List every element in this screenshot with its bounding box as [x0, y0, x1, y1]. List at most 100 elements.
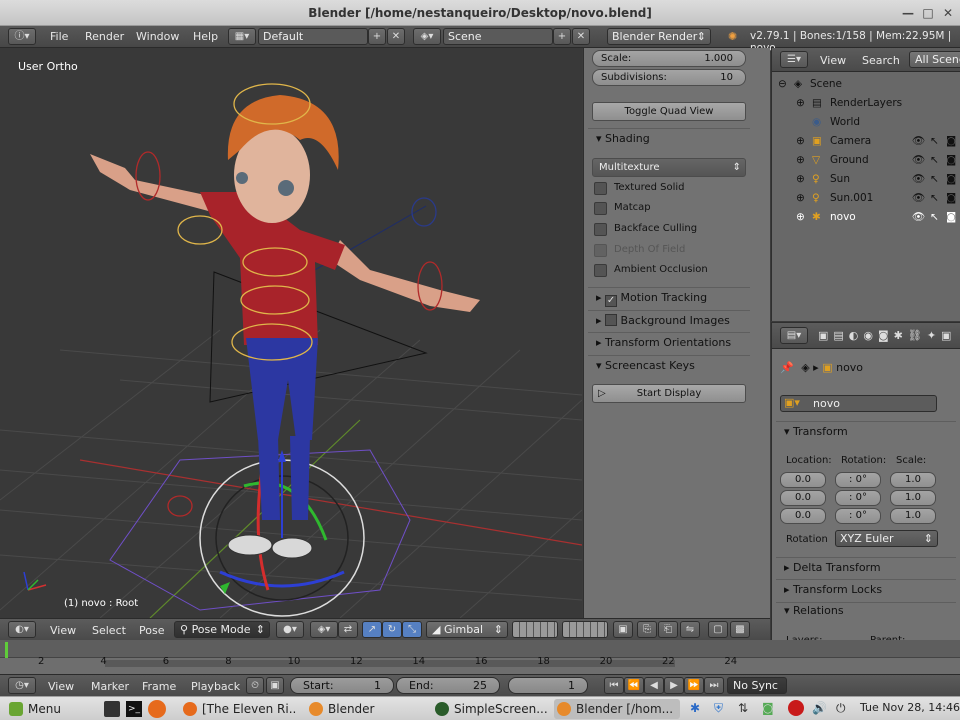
outliner-item-sun001[interactable]: ⊕ ♀ Sun.001 👁 ↖ ◙	[772, 189, 960, 208]
viewport-view-menu[interactable]: View	[50, 624, 76, 637]
outliner-filter-dropdown[interactable]: All Scenes	[909, 51, 960, 68]
play-reverse-icon[interactable]: ◀	[644, 677, 664, 694]
location-y-field[interactable]: 0.0	[780, 490, 826, 506]
ambient-occlusion-checkbox[interactable]: Ambient Occlusion	[594, 263, 708, 279]
add-layout-icon[interactable]: +	[368, 28, 386, 45]
viewport-editor-type-icon[interactable]: ◐▾	[8, 621, 36, 638]
background-images-header[interactable]: ▸ Background Images	[588, 310, 750, 330]
location-x-field[interactable]: 0.0	[780, 472, 826, 488]
shading-panel-header[interactable]: ▾ Shading	[588, 128, 750, 148]
opengl-anim-icon[interactable]: ▩	[730, 621, 750, 638]
scale-x-field[interactable]: 1.0	[890, 472, 936, 488]
timeline-view-menu[interactable]: View	[48, 680, 74, 693]
pivot-point-icon[interactable]: ◈▾	[310, 621, 338, 638]
rotation-y-field[interactable]: : 0°	[835, 490, 881, 506]
transform-panel-header[interactable]: ▾ Transform	[776, 421, 956, 441]
visibility-eye-icon[interactable]: 👁	[912, 151, 925, 170]
rotation-z-field[interactable]: : 0°	[835, 508, 881, 524]
select-arrow-icon[interactable]: ↖	[930, 189, 939, 208]
shield-icon[interactable]: ⛨	[714, 701, 723, 716]
jump-keyframe-back-icon[interactable]: ⏪	[624, 677, 644, 694]
transform-orientations-header[interactable]: ▸ Transform Orientations	[588, 332, 750, 352]
task-eleven-rings[interactable]: [The Eleven Ri...	[180, 699, 296, 719]
layer-buttons-2[interactable]	[562, 621, 608, 638]
delta-transform-header[interactable]: ▸ Delta Transform	[776, 557, 956, 577]
task-blender[interactable]: Blender	[306, 699, 416, 719]
outliner-item-sun[interactable]: ⊕ ♀ Sun 👁 ↖ ◙	[772, 170, 960, 189]
outliner-view-menu[interactable]: View	[820, 54, 846, 67]
3d-viewport[interactable]	[0, 48, 582, 618]
volume-icon[interactable]: 🔊	[812, 701, 827, 715]
outliner-editor-type-icon[interactable]: ☰▾	[780, 51, 808, 68]
scene-selector[interactable]: Scene	[443, 28, 553, 45]
outliner-item-world[interactable]: ◉ World	[772, 113, 960, 132]
render-camera-icon[interactable]: ◙	[946, 189, 956, 208]
start-frame-field[interactable]: Start: 1	[290, 677, 394, 694]
outliner-item-renderlayers[interactable]: ⊕ ▤ RenderLayers	[772, 94, 960, 113]
visibility-eye-icon[interactable]: 👁	[912, 132, 925, 151]
terminal-icon[interactable]: >_	[126, 701, 142, 717]
play-icon[interactable]: ▶	[664, 677, 684, 694]
timeline-editor[interactable]: 2 4 6 8 10 12 14 16 18 20 22 24	[0, 640, 960, 674]
task-blender-file[interactable]: Blender [/hom...	[554, 699, 680, 719]
select-arrow-icon[interactable]: ↖	[930, 170, 939, 189]
pose-paste-icon[interactable]: ⎗	[658, 621, 678, 638]
render-engine-dropdown[interactable]: Blender Render ⇕	[607, 28, 711, 45]
close-icon[interactable]: ✕	[940, 5, 956, 21]
power-icon[interactable]: ⏻	[836, 701, 846, 716]
start-menu-button[interactable]: Menu	[6, 699, 66, 719]
current-frame-marker[interactable]	[5, 642, 8, 658]
timeline-playback-menu[interactable]: Playback	[191, 680, 240, 693]
editor-type-icon[interactable]: ⓘ▾	[8, 28, 36, 45]
outliner-item-ground[interactable]: ⊕ ▽ Ground 👁 ↖ ◙	[772, 151, 960, 170]
preview-range-toggle-icon[interactable]: ▣	[266, 677, 284, 694]
outliner-item-scene[interactable]: ⊖ ◈ Scene	[772, 75, 960, 94]
rotation-x-field[interactable]: : 0°	[835, 472, 881, 488]
backface-culling-checkbox[interactable]: Backface Culling	[594, 222, 697, 238]
menu-file[interactable]: File	[50, 30, 68, 43]
transform-orientation-dropdown[interactable]: ◢ Gimbal ⇕	[426, 621, 508, 638]
sync-mode-dropdown[interactable]: No Sync	[727, 677, 787, 694]
show-desktop-icon[interactable]	[104, 701, 120, 717]
scale-field[interactable]: Scale: 1.000	[592, 50, 746, 67]
mode-dropdown[interactable]: ⚲ Pose Mode ⇕	[174, 621, 270, 638]
layout-selector[interactable]: Default	[258, 28, 368, 45]
scale-z-field[interactable]: 1.0	[890, 508, 936, 524]
render-camera-icon[interactable]: ◙	[946, 208, 956, 227]
jump-start-icon[interactable]: ⏮	[604, 677, 624, 694]
preview-range-icon[interactable]: ⏲	[246, 677, 264, 694]
rotation-mode-dropdown[interactable]: XYZ Euler ⇕	[835, 530, 938, 547]
record-icon[interactable]	[788, 700, 804, 716]
visibility-eye-icon[interactable]: 👁	[912, 170, 925, 189]
menu-help[interactable]: Help	[193, 30, 218, 43]
pose-flip-paste-icon[interactable]: ⇋	[680, 621, 700, 638]
object-name-field[interactable]: novo	[780, 395, 937, 412]
render-camera-icon[interactable]: ◙	[946, 132, 956, 151]
nvidia-icon[interactable]: ◙	[762, 701, 774, 715]
jump-end-icon[interactable]: ⏭	[704, 677, 724, 694]
select-arrow-icon[interactable]: ↖	[930, 132, 939, 151]
network-icon[interactable]: ⇅	[738, 701, 748, 715]
layer-buttons-1[interactable]	[512, 621, 558, 638]
scene-icon[interactable]: ◈▾	[413, 28, 441, 45]
toggle-quad-view-button[interactable]: Toggle Quad View	[592, 102, 746, 121]
transform-locks-header[interactable]: ▸ Transform Locks	[776, 579, 956, 599]
menu-render[interactable]: Render	[85, 30, 124, 43]
scale-y-field[interactable]: 1.0	[890, 490, 936, 506]
timeline-frame-menu[interactable]: Frame	[142, 680, 176, 693]
outliner-item-camera[interactable]: ⊕ ▣ Camera 👁 ↖ ◙	[772, 132, 960, 151]
outliner-item-novo[interactable]: ⊕ ✱ novo 👁 ↖ ◙	[772, 208, 960, 227]
relations-header[interactable]: ▾ Relations	[776, 602, 956, 618]
screencast-keys-header[interactable]: ▾ Screencast Keys	[588, 355, 750, 375]
add-scene-icon[interactable]: +	[553, 28, 571, 45]
translate-manipulator-icon[interactable]: ↗	[362, 621, 382, 638]
menu-window[interactable]: Window	[136, 30, 179, 43]
viewport-shading-icon[interactable]: ●▾	[276, 621, 304, 638]
render-camera-icon[interactable]: ◙	[946, 151, 956, 170]
pin-icon[interactable]: 📌	[780, 361, 794, 374]
location-z-field[interactable]: 0.0	[780, 508, 826, 524]
opengl-render-icon[interactable]: ▢	[708, 621, 728, 638]
shading-mode-dropdown[interactable]: Multitexture ⇕	[592, 158, 746, 177]
viewport-select-menu[interactable]: Select	[92, 624, 126, 637]
end-frame-field[interactable]: End: 25	[396, 677, 500, 694]
